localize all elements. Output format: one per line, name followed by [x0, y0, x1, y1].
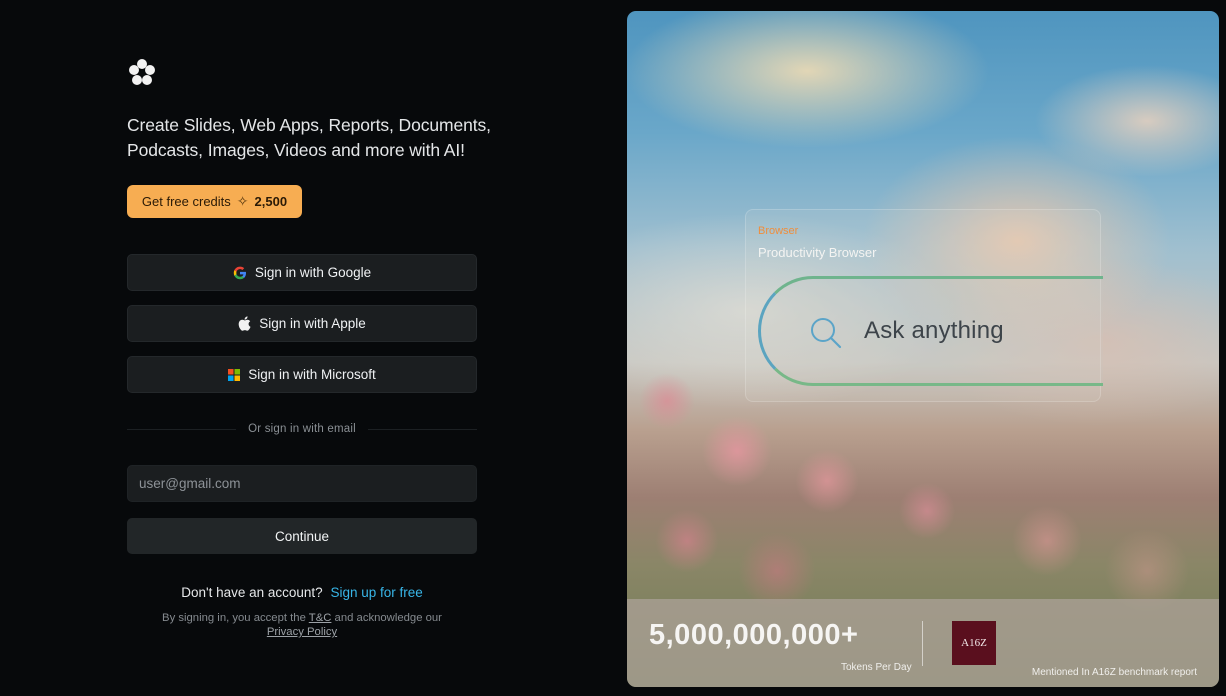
login-panel: Create Slides, Web Apps, Reports, Docume… [0, 0, 620, 696]
tagline: Create Slides, Web Apps, Reports, Docume… [127, 113, 497, 163]
browser-title: Productivity Browser [758, 245, 877, 260]
a16z-caption: Mentioned In A16Z benchmark report [1031, 667, 1197, 678]
tagline-line-1: Create Slides, Web Apps, Reports, Docume… [127, 115, 491, 135]
apple-button-label: Sign in with Apple [259, 316, 366, 331]
terms-link[interactable]: T&C [309, 612, 332, 624]
stats-bar: 5,000,000,000+ Tokens Per Day A16Z Menti… [627, 599, 1219, 687]
google-button-label: Sign in with Google [254, 265, 372, 280]
flower-logo-icon [129, 59, 155, 85]
continue-button[interactable]: Continue [127, 518, 477, 554]
privacy-policy-link[interactable]: Privacy Policy [267, 626, 337, 638]
divider-text: Or sign in with email [248, 423, 356, 435]
browser-tag: Browser [758, 225, 799, 237]
legal-middle: and acknowledge our [334, 612, 442, 624]
email-field[interactable] [127, 465, 477, 502]
divider-line [367, 428, 478, 430]
signup-prompt: Don't have an account? [181, 585, 323, 600]
credits-label: Get free credits [141, 194, 231, 209]
search-icon [811, 318, 842, 349]
get-free-credits-button[interactable]: Get free credits ✧ 2,500 [127, 185, 302, 218]
divider-line [127, 428, 237, 430]
tagline-line-2: Podcasts, Images, Videos and more with A… [127, 140, 465, 160]
legal-prefix: By signing in, you accept the [162, 612, 306, 624]
sparkle-icon: ✧ [236, 193, 249, 209]
signup-link[interactable]: Sign up for free [330, 585, 422, 600]
a16z-logo: A16Z [952, 621, 996, 665]
credits-amount: 2,500 [254, 194, 288, 209]
hero-showcase-panel: Browser Productivity Browser Ask anythin… [627, 11, 1219, 687]
legal-text: By signing in, you accept the T&C and ac… [127, 611, 477, 639]
google-icon [233, 266, 246, 279]
sign-in-apple-button[interactable]: Sign in with Apple [127, 305, 477, 342]
ask-anything-search-box: Ask anything [758, 276, 1103, 386]
email-divider: Or sign in with email [127, 421, 478, 437]
search-placeholder: Ask anything [864, 317, 1004, 344]
tokens-label: Tokens Per Day [841, 662, 912, 673]
apple-icon [238, 316, 251, 331]
tokens-count: 5,000,000,000+ [649, 619, 859, 651]
sign-in-microsoft-button[interactable]: Sign in with Microsoft [127, 356, 477, 393]
browser-preview-card: Browser Productivity Browser Ask anythin… [745, 209, 1103, 402]
stats-separator [922, 621, 923, 666]
microsoft-button-label: Sign in with Microsoft [248, 367, 376, 382]
signup-row: Don't have an account? Sign up for free [127, 585, 477, 600]
microsoft-icon [228, 368, 241, 381]
sign-in-google-button[interactable]: Sign in with Google [127, 254, 477, 291]
